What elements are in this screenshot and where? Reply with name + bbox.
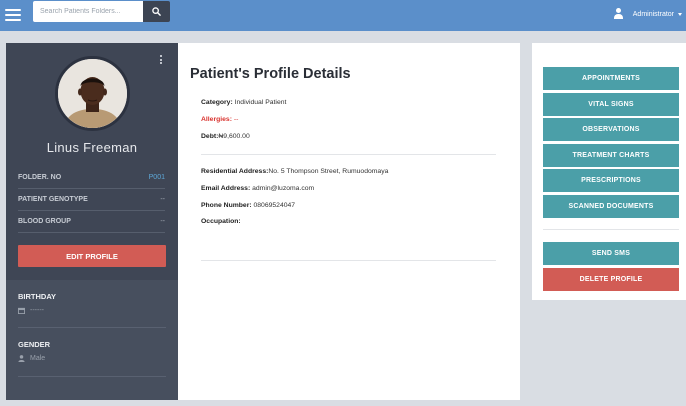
more-options-icon[interactable]	[159, 55, 163, 67]
allergies-value: --	[231, 116, 239, 123]
birthday-section: BIRTHDAY ------	[18, 292, 166, 314]
chevron-down-icon	[678, 12, 682, 16]
blood-group-label: BLOOD GROUP	[18, 218, 71, 225]
observations-button[interactable]: OBSERVATIONS	[543, 118, 679, 141]
address-field: Residential Address:No. 5 Thompson Stree…	[201, 168, 388, 175]
profile-card: Linus Freeman FOLDER. NO P001 PATIENT GE…	[6, 43, 178, 400]
phone-value: 08069524047	[251, 202, 296, 209]
treatment-charts-button[interactable]: TREATMENT CHARTS	[543, 144, 679, 167]
folder-number-value[interactable]: P001	[149, 174, 165, 181]
gender-value: Male	[30, 355, 46, 362]
delete-profile-button[interactable]: DELETE PROFILE	[543, 268, 679, 291]
debt-label: Debt:	[201, 133, 219, 140]
prescriptions-button[interactable]: PRESCRIPTIONS	[543, 169, 679, 192]
debt-field: Debt:₦9,600.00	[201, 133, 250, 140]
birthday-title: BIRTHDAY	[18, 292, 57, 301]
top-navbar: Administrator	[0, 0, 686, 31]
genotype-value: --	[160, 196, 165, 203]
email-field: Email Address: admin@luzoma.com	[201, 185, 314, 192]
profile-details-panel: Patient's Profile Details Category: Indi…	[178, 43, 520, 400]
patient-name: Linus Freeman	[46, 140, 138, 155]
profile-summary: Linus Freeman FOLDER. NO P001 PATIENT GE…	[6, 43, 178, 280]
divider	[18, 376, 166, 377]
phone-label: Phone Number:	[201, 202, 252, 209]
genotype-row: PATIENT GENOTYPE --	[18, 189, 165, 211]
search-icon	[152, 7, 161, 16]
divider	[543, 229, 679, 230]
search-button[interactable]	[143, 1, 170, 22]
scanned-documents-button[interactable]: SCANNED DOCUMENTS	[543, 195, 679, 218]
email-label: Email Address:	[201, 185, 251, 192]
calendar-icon	[18, 307, 25, 314]
category-label: Category:	[201, 99, 233, 106]
divider	[201, 154, 496, 155]
appointments-button[interactable]: APPOINTMENTS	[543, 67, 679, 90]
occupation-field: Occupation:	[201, 218, 241, 225]
user-menu[interactable]: Administrator	[613, 7, 682, 21]
gender-section: GENDER Male	[18, 340, 166, 362]
send-sms-button[interactable]: SEND SMS	[543, 242, 679, 265]
divider	[18, 327, 166, 328]
category-value: Individual Patient	[232, 99, 287, 106]
allergies-label: Allergies:	[201, 116, 232, 123]
edit-profile-button[interactable]: EDIT PROFILE	[18, 245, 166, 267]
search-input[interactable]	[33, 1, 143, 22]
page-title: Patient's Profile Details	[190, 66, 351, 82]
birthday-value: ------	[30, 307, 44, 314]
debt-value: ₦9,600.00	[218, 133, 250, 140]
vital-signs-button[interactable]: VITAL SIGNS	[543, 93, 679, 116]
address-value: No. 5 Thompson Street, Rumuodomaya	[268, 168, 389, 175]
folder-number-label: FOLDER. NO	[18, 174, 62, 181]
genotype-label: PATIENT GENOTYPE	[18, 196, 88, 203]
user-icon	[613, 8, 624, 20]
hamburger-menu-icon[interactable]	[4, 6, 22, 24]
allergies-field: Allergies: --	[201, 116, 238, 123]
blood-group-row: BLOOD GROUP --	[18, 211, 165, 233]
user-name: Administrator	[632, 10, 674, 18]
divider	[201, 260, 496, 261]
email-value: admin@luzoma.com	[250, 185, 315, 192]
user-icon	[18, 355, 25, 362]
phone-field: Phone Number: 08069524047	[201, 202, 295, 209]
category-field: Category: Individual Patient	[201, 99, 286, 106]
blood-group-value: --	[160, 218, 165, 225]
actions-panel: APPOINTMENTS VITAL SIGNS OBSERVATIONS TR…	[532, 43, 686, 300]
gender-title: GENDER	[18, 340, 51, 349]
avatar	[55, 56, 130, 131]
occupation-label: Occupation:	[201, 218, 241, 225]
address-label: Residential Address:	[201, 168, 269, 175]
folder-number-row: FOLDER. NO P001	[18, 167, 165, 189]
